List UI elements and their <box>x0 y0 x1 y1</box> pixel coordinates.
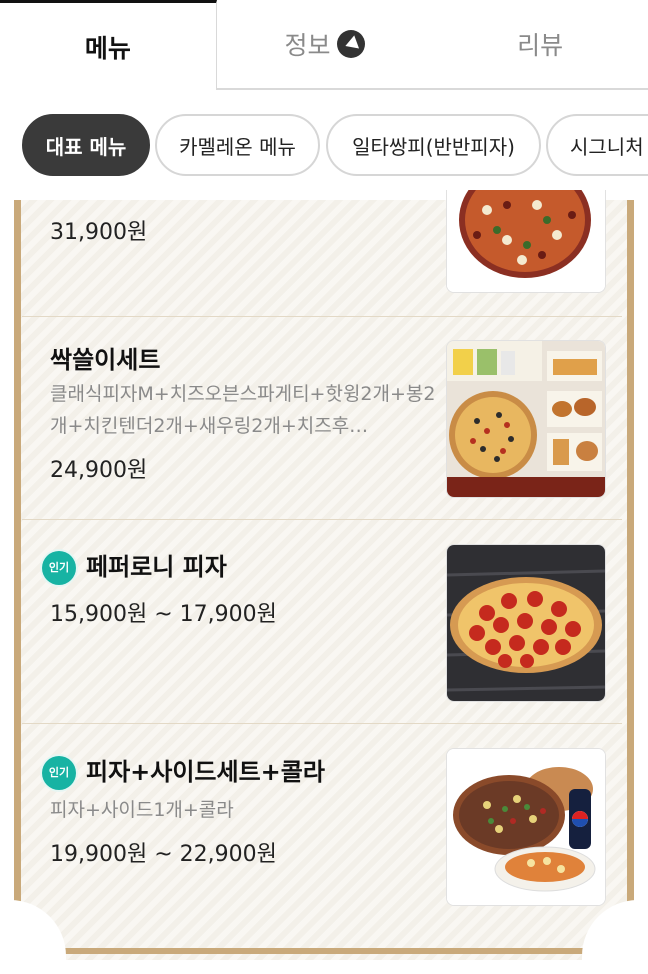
tab-reviews[interactable]: 리뷰 <box>432 0 648 88</box>
item-divider <box>22 316 622 317</box>
chip-label: 대표 메뉴 <box>45 134 127 159</box>
panel-bottom-rail <box>34 948 614 954</box>
chip-signature[interactable]: 시그니처 <box>546 114 648 176</box>
chip-label: 일타쌍피(반반피자) <box>352 134 515 159</box>
menu-item-description: 피자+사이드1개+콜라 <box>50 799 234 821</box>
chip-label: 카멜레온 메뉴 <box>179 134 296 159</box>
menu-item-image <box>446 190 606 293</box>
menu-item-price: 15,900원 ~ 17,900원 <box>50 602 277 627</box>
menu-item-name-row: 인기 페퍼로니 피자 <box>42 547 227 585</box>
chip-half-half-pizza[interactable]: 일타쌍피(반반피자) <box>326 114 541 176</box>
popular-badge: 인기 <box>42 551 76 585</box>
tab-info-label: 정보 <box>284 31 331 60</box>
menu-item-name-row: 인기 피자+사이드세트+콜라 <box>42 752 325 790</box>
menu-item-image <box>446 748 606 906</box>
menu-item-name: 피자+사이드세트+콜라 <box>86 758 325 786</box>
chip-chameleon-menu[interactable]: 카멜레온 메뉴 <box>155 114 320 176</box>
menu-item-name: 페퍼로니 피자 <box>86 553 227 581</box>
megaphone-icon <box>336 30 365 58</box>
menu-item-description: 클래식피자M+치즈오븐스파게티+핫윙2개+봉2개+치킨텐더2개+새우링2개+치즈… <box>50 383 436 437</box>
category-chips: 대표 메뉴 카멜레온 메뉴 일타쌍피(반반피자) 시그니처 <box>0 104 648 194</box>
menu-item-image <box>446 340 606 498</box>
popular-badge: 인기 <box>42 756 76 790</box>
tab-menu[interactable]: 메뉴 <box>0 0 217 90</box>
menu-item-image <box>446 544 606 702</box>
tab-menu-label: 메뉴 <box>84 33 131 63</box>
item-divider <box>22 519 622 520</box>
chip-label: 시그니처 <box>570 134 644 159</box>
item-divider <box>22 723 622 724</box>
menu-item-name: 싹쓸이세트 <box>50 346 161 374</box>
tab-reviews-label: 리뷰 <box>517 31 564 60</box>
tab-info[interactable]: 정보 <box>217 0 433 88</box>
chip-representative-menu[interactable]: 대표 메뉴 <box>22 114 150 176</box>
menu-item-price: 24,900원 <box>50 458 148 483</box>
menu-item-price: 31,900원 <box>50 220 148 245</box>
menu-item-price: 19,900원 ~ 22,900원 <box>50 842 277 867</box>
menu-tabs: 메뉴 정보 리뷰 <box>0 0 648 90</box>
